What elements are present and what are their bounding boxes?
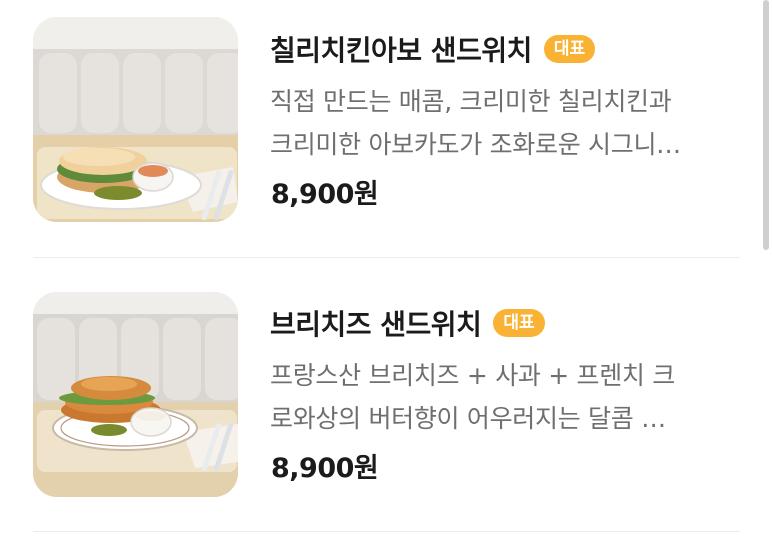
menu-item-photo[interactable] [33, 17, 238, 222]
scrollbar[interactable] [763, 0, 769, 250]
menu-item[interactable]: 브리치즈 샌드위치 대표 프랑스산 브리치즈 + 사과 + 프렌치 크 로와상의… [0, 274, 773, 534]
menu-item-description: 프랑스산 브리치즈 + 사과 + 프렌치 크 로와상의 버터향이 어우러지는 달… [270, 354, 740, 440]
menu-item-price: 8,900원 [271, 453, 379, 484]
menu-item[interactable]: 칠리치킨아보 샌드위치 대표 직접 만드는 매콤, 크리미한 칠리치킨과 크리미… [0, 0, 773, 260]
menu-item-title-row: 칠리치킨아보 샌드위치 대표 [270, 29, 596, 69]
description-line: 로와상의 버터향이 어우러지는 달콤 … [270, 404, 666, 433]
sandwich-photo-image [33, 292, 238, 497]
menu-item-description: 직접 만드는 매콤, 크리미한 칠리치킨과 크리미한 아보카도가 조화로운 시그… [270, 80, 740, 166]
menu-item-title-row: 브리치즈 샌드위치 대표 [270, 303, 545, 343]
item-divider [33, 531, 740, 532]
menu-item-photo[interactable] [33, 292, 238, 497]
menu-list: 칠리치킨아보 샌드위치 대표 직접 만드는 매콤, 크리미한 칠리치킨과 크리미… [0, 0, 773, 539]
sandwich-photo-image [33, 17, 238, 222]
signature-badge: 대표 [543, 35, 596, 63]
menu-item-price: 8,900원 [271, 179, 379, 210]
item-divider [33, 257, 740, 258]
menu-item-name: 브리치즈 샌드위치 [270, 308, 482, 341]
description-line: 프랑스산 브리치즈 + 사과 + 프렌치 크 [270, 361, 675, 390]
description-line: 직접 만드는 매콤, 크리미한 칠리치킨과 [270, 87, 672, 116]
description-line: 크리미한 아보카도가 조화로운 시그니… [270, 130, 681, 159]
menu-item-name: 칠리치킨아보 샌드위치 [270, 34, 532, 67]
signature-badge: 대표 [493, 309, 545, 337]
